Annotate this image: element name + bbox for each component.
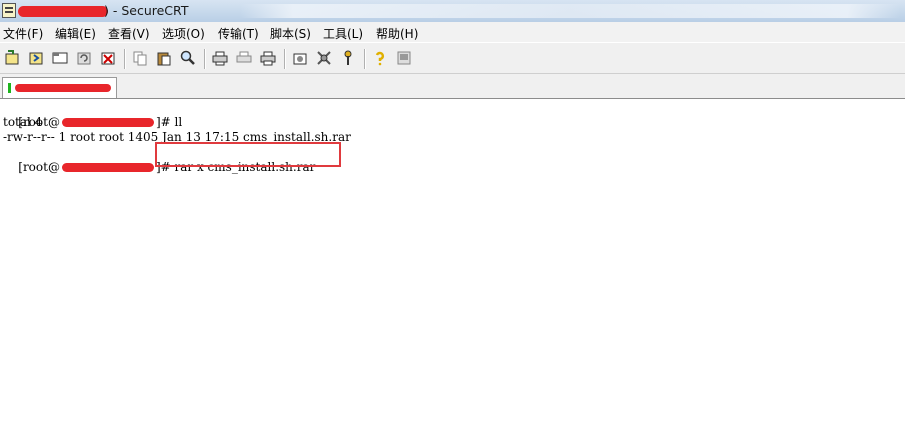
paste-icon[interactable]	[156, 50, 172, 66]
connect-tab-icon[interactable]	[52, 50, 68, 66]
quick-connect-icon[interactable]	[28, 50, 44, 66]
title-bar: ) - SecureCRT	[0, 0, 905, 23]
menu-bar: 文件(F) 编辑(E) 查看(V) 选项(O) 传输(T) 脚本(S) 工具(L…	[0, 22, 905, 42]
terminal-line: total 4	[3, 115, 43, 129]
menu-tools[interactable]: 工具(L)	[323, 25, 363, 42]
session-tab[interactable]	[2, 77, 117, 98]
toolbar	[0, 42, 905, 74]
prompt-command: ]# ll	[155, 115, 183, 129]
connected-status-indicator	[8, 83, 11, 93]
redacted-session-name	[15, 84, 111, 92]
redacted-hostname	[61, 118, 154, 127]
find-icon[interactable]	[180, 50, 196, 66]
command-highlight-box	[155, 142, 341, 167]
window-title: ) - SecureCRT	[104, 3, 189, 18]
toolbar-separator	[124, 49, 125, 69]
about-icon[interactable]	[396, 50, 412, 66]
session-tab-strip	[0, 74, 905, 99]
print-icon[interactable]	[260, 50, 276, 66]
toolbar-separator	[204, 49, 205, 69]
securecrt-app-icon[interactable]	[2, 3, 16, 18]
keymap-icon[interactable]	[340, 50, 356, 66]
session-options-icon[interactable]	[292, 50, 308, 66]
menu-transfer[interactable]: 传输(T)	[218, 25, 259, 42]
redacted-window-title	[18, 6, 108, 17]
copy-icon[interactable]	[132, 50, 148, 66]
menu-file[interactable]: 文件(F)	[3, 25, 43, 42]
print-screen-icon[interactable]	[236, 50, 252, 66]
terminal-area[interactable]: [root@]# ll total 4 -rw-r--r-- 1 root ro…	[0, 99, 905, 428]
menu-edit[interactable]: 编辑(E)	[55, 25, 96, 42]
redacted-hostname	[61, 163, 154, 172]
menu-help[interactable]: 帮助(H)	[376, 25, 418, 42]
toolbar-separator	[364, 49, 365, 69]
help-icon[interactable]	[372, 50, 388, 66]
menu-script[interactable]: 脚本(S)	[270, 25, 311, 42]
global-options-icon[interactable]	[316, 50, 332, 66]
prompt-open: [root@	[18, 160, 60, 174]
blurred-title-area	[240, 4, 900, 18]
reconnect-icon[interactable]	[76, 50, 92, 66]
disconnect-icon[interactable]	[100, 50, 116, 66]
connect-icon[interactable]	[4, 50, 20, 66]
print-setup-icon[interactable]	[212, 50, 228, 66]
toolbar-separator	[284, 49, 285, 69]
menu-view[interactable]: 查看(V)	[108, 25, 150, 42]
menu-options[interactable]: 选项(O)	[162, 25, 205, 42]
